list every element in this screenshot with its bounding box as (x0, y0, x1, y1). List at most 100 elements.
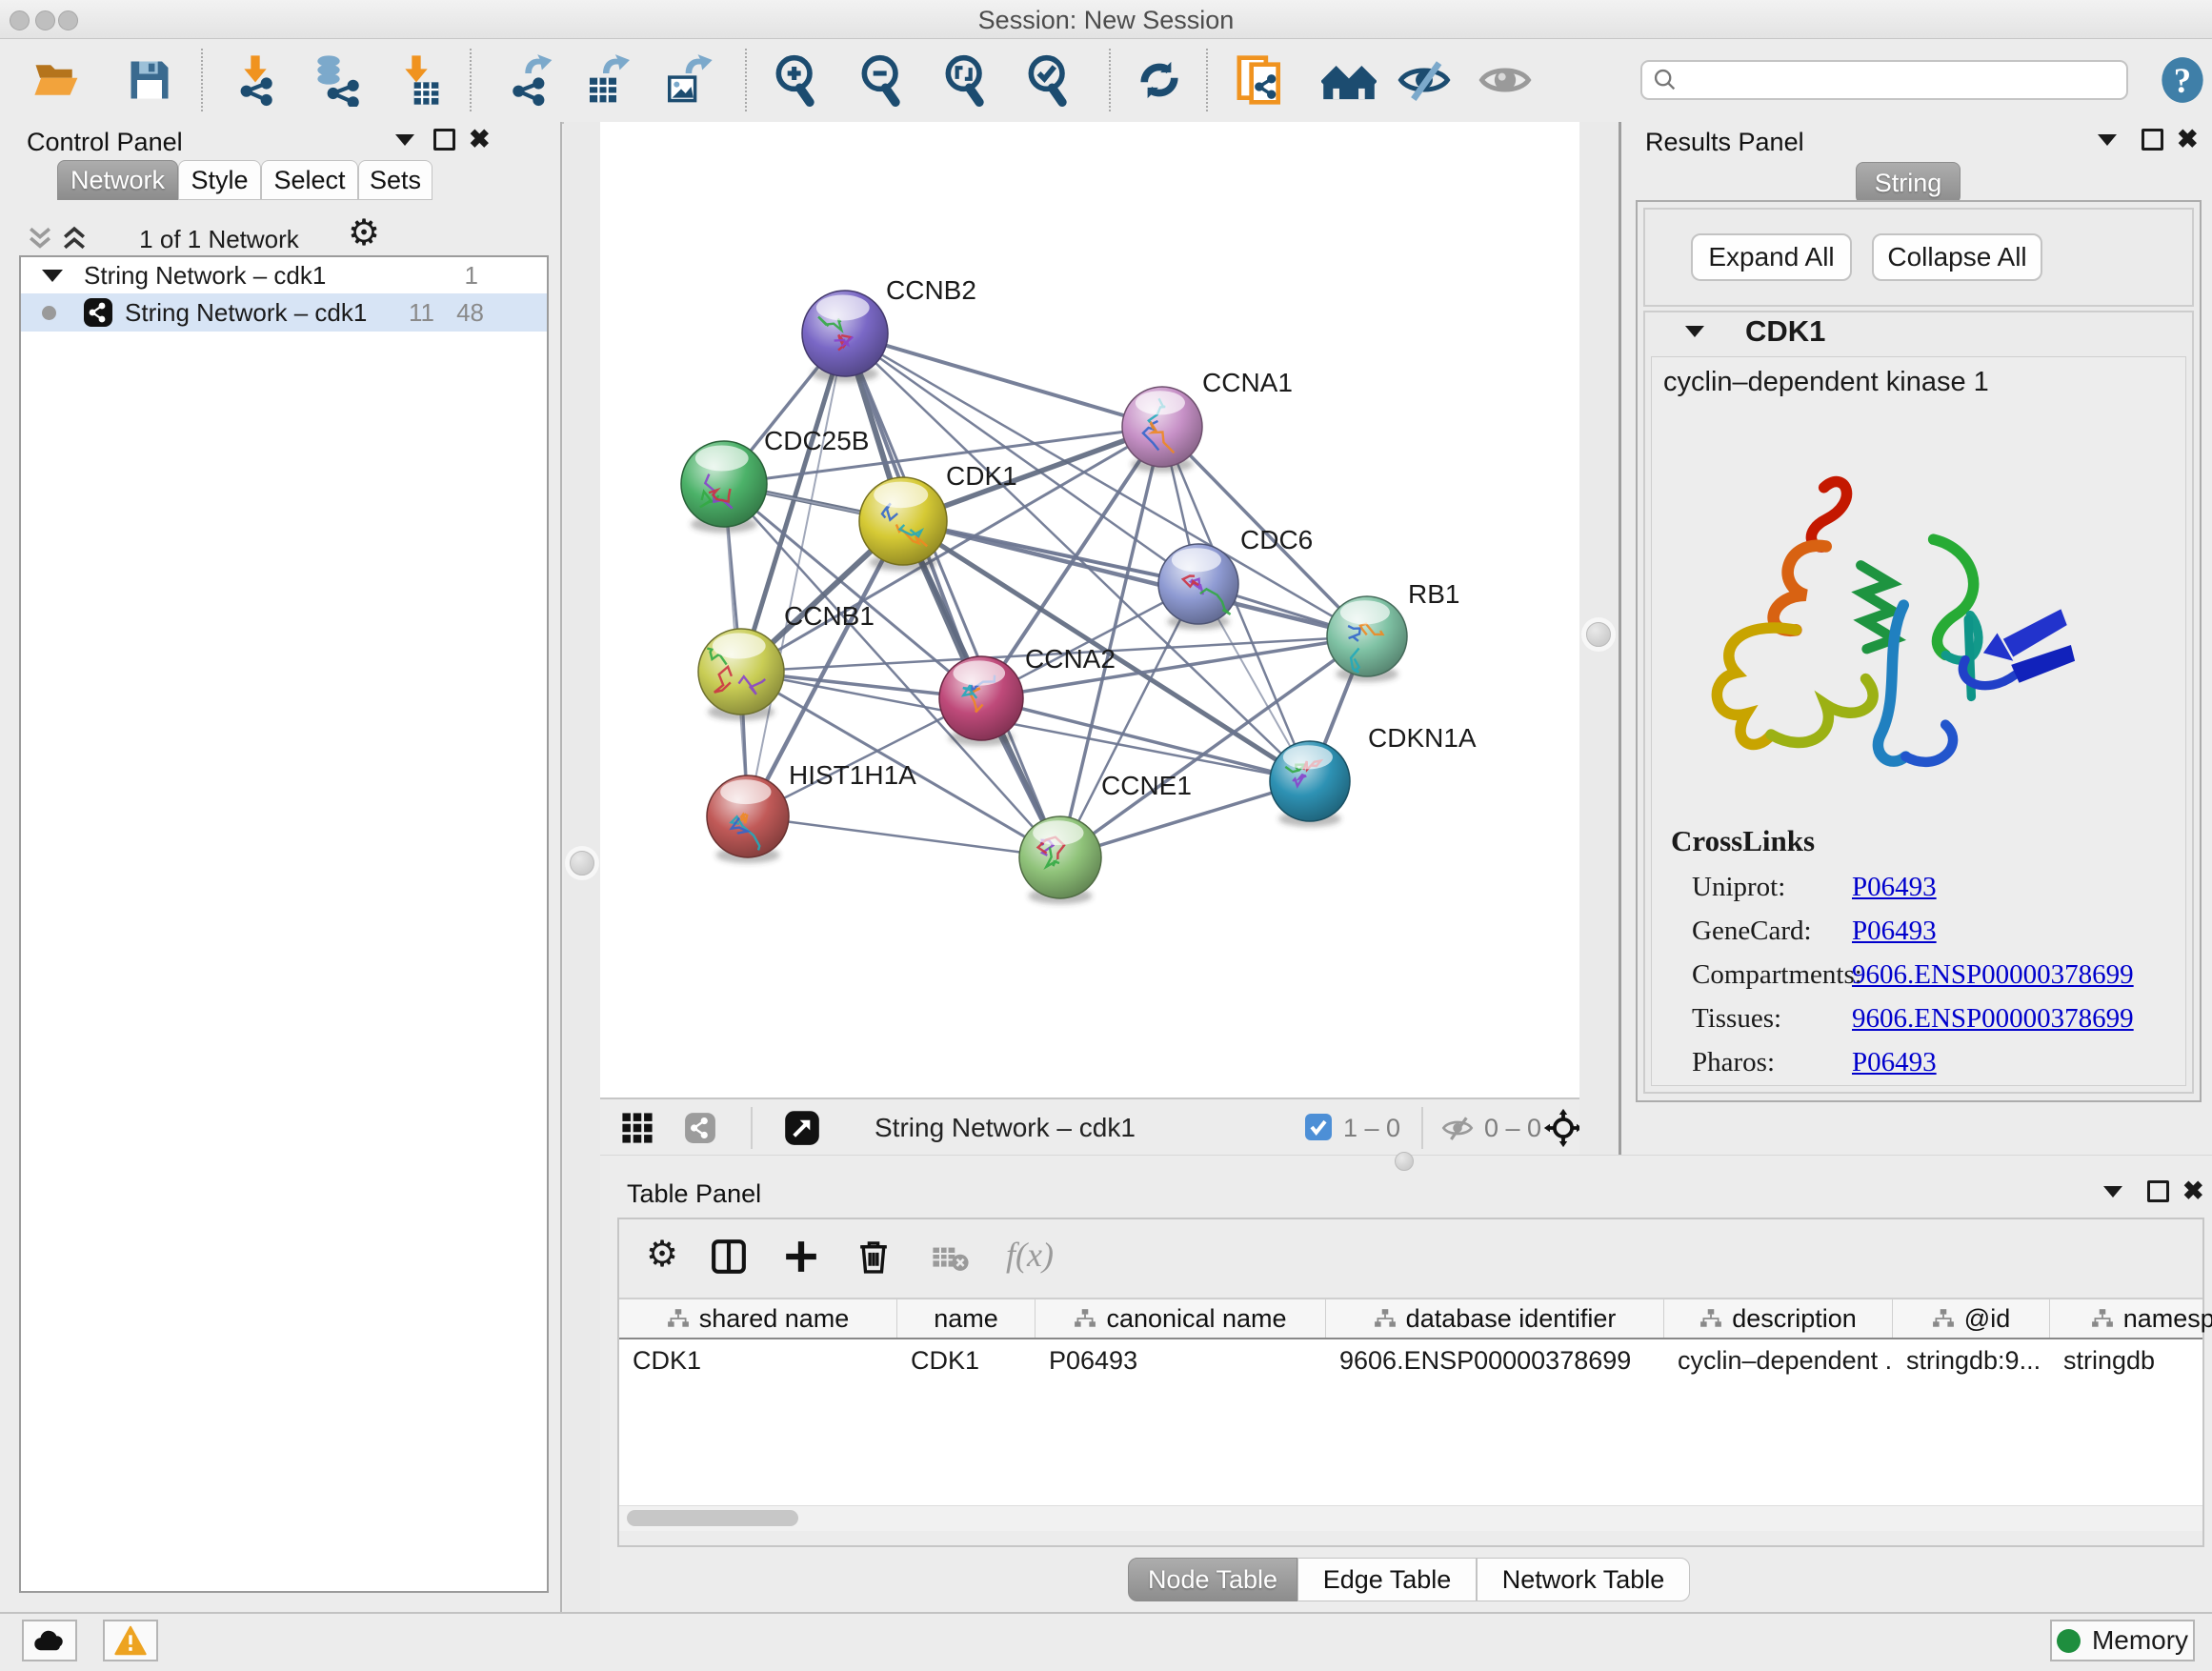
panel-menu-icon[interactable] (395, 134, 414, 146)
import-network-icon[interactable] (228, 52, 283, 108)
panel-close-icon[interactable]: ✖ (2177, 130, 2199, 149)
panel-menu-icon[interactable] (2103, 1186, 2122, 1198)
collapse-all-icon[interactable] (25, 225, 55, 252)
network-node-ccne1[interactable] (1019, 816, 1101, 904)
scrollbar-thumb[interactable] (627, 1510, 798, 1526)
table-cell[interactable]: P06493 (1036, 1339, 1326, 1381)
collapse-all-button[interactable]: Collapse All (1872, 233, 2042, 281)
home-icon[interactable] (1321, 52, 1377, 108)
memory-button[interactable]: Memory (2050, 1620, 2195, 1661)
table-cell[interactable]: cyclin–dependent ... (1664, 1339, 1893, 1381)
horizontal-scrollbar[interactable] (619, 1505, 2202, 1531)
gear-icon[interactable]: ⚙ (348, 215, 380, 252)
panel-float-icon[interactable] (2147, 1180, 2169, 1202)
table-cell[interactable]: stringdb (2050, 1339, 2212, 1381)
tab-style[interactable]: Style (178, 160, 261, 200)
warning-button[interactable] (103, 1620, 158, 1661)
collapse-tree-icon[interactable] (42, 270, 63, 282)
right-splitter-handle[interactable] (1586, 622, 1611, 647)
save-session-icon[interactable] (122, 52, 177, 108)
network-view-icon[interactable] (684, 1112, 716, 1144)
tree-icon (1699, 1308, 1722, 1329)
export-image-icon[interactable] (660, 52, 715, 108)
import-network-database-icon[interactable] (308, 52, 363, 108)
network-graph[interactable]: CCNB2CCNA1CDC25BCDK1CDC6RB1CCNB1CCNA2CDK… (600, 122, 1579, 1097)
zoom-out-icon[interactable] (855, 52, 910, 108)
birds-eye-view-icon[interactable] (784, 1110, 820, 1146)
crosslink-link[interactable]: P06493 (1852, 1047, 1937, 1078)
zoom-fit-icon[interactable] (938, 52, 994, 108)
table-cell[interactable]: CDK1 (619, 1339, 897, 1381)
table-cell[interactable]: stringdb:9... (1893, 1339, 2050, 1381)
zoom-in-icon[interactable] (769, 52, 824, 108)
panel-float-icon[interactable] (433, 129, 455, 151)
crosslink-link[interactable]: 9606.ENSP00000378699 (1852, 1003, 2134, 1035)
export-network-icon[interactable] (502, 52, 557, 108)
pan-crosshair-icon[interactable] (1543, 1108, 1583, 1148)
column-header-canonical-name[interactable]: canonical name (1036, 1299, 1326, 1338)
network-node-rb1[interactable] (1327, 596, 1407, 682)
cloud-button[interactable] (22, 1620, 77, 1661)
network-canvas[interactable]: CCNB2CCNA1CDC25BCDK1CDC6RB1CCNB1CCNA2CDK… (600, 122, 1579, 1097)
selected-checkbox-icon[interactable] (1305, 1114, 1332, 1140)
network-node-cdkn1a[interactable] (1270, 741, 1350, 827)
network-node-hist1h1a[interactable] (707, 775, 789, 863)
network-node-ccnb1[interactable] (698, 629, 784, 720)
tab-network[interactable]: Network (57, 160, 178, 200)
network-collection-row[interactable]: String Network – cdk1 1 (21, 257, 547, 293)
tab-edge-table[interactable]: Edge Table (1297, 1558, 1477, 1601)
expand-all-button[interactable]: Expand All (1691, 233, 1852, 281)
zoom-selected-icon[interactable] (1021, 52, 1076, 108)
open-session-icon[interactable] (30, 52, 85, 108)
network-row-selected[interactable]: String Network – cdk1 11 48 (21, 293, 547, 332)
column-header-description[interactable]: description (1664, 1299, 1893, 1338)
search-input[interactable] (1679, 65, 2101, 96)
bottom-splitter-handle[interactable] (1395, 1152, 1414, 1171)
column-header--id[interactable]: @id (1893, 1299, 2050, 1338)
crosslink-link[interactable]: P06493 (1852, 872, 1937, 903)
crosslink-link[interactable]: 9606.ENSP00000378699 (1852, 959, 2134, 991)
help-icon[interactable]: ? (2155, 52, 2210, 108)
tab-network-table[interactable]: Network Table (1477, 1558, 1690, 1601)
gear-icon[interactable]: ⚙ (646, 1237, 678, 1273)
export-table-icon[interactable] (582, 52, 637, 108)
column-header-name[interactable]: name (897, 1299, 1036, 1338)
hide-eye-icon[interactable] (1397, 52, 1452, 108)
columns-icon[interactable] (711, 1238, 747, 1275)
left-splitter-handle[interactable] (570, 851, 594, 876)
tab-select[interactable]: Select (261, 160, 358, 200)
bottom-splitter[interactable] (600, 1155, 2212, 1173)
tab-sets[interactable]: Sets (358, 160, 432, 200)
expand-all-icon[interactable] (59, 225, 90, 252)
collapse-gene-icon[interactable] (1685, 326, 1704, 337)
tab-node-table[interactable]: Node Table (1128, 1558, 1297, 1601)
add-column-icon[interactable] (783, 1238, 819, 1275)
network-node-ccna1[interactable] (1122, 387, 1202, 473)
network-node-cdk1[interactable] (859, 477, 947, 571)
panel-menu-icon[interactable] (2098, 134, 2117, 146)
refresh-icon[interactable] (1132, 52, 1187, 108)
column-header-label: @id (1964, 1304, 2010, 1334)
column-header-database-identifier[interactable]: database identifier (1326, 1299, 1664, 1338)
grid-view-icon[interactable] (621, 1112, 654, 1144)
network-node-cdc25b[interactable] (681, 441, 767, 533)
node-label-ccnb2: CCNB2 (886, 275, 976, 305)
panel-close-icon[interactable]: ✖ (2182, 1181, 2204, 1200)
panel-float-icon[interactable] (2142, 129, 2163, 151)
tab-string[interactable]: String (1856, 162, 1961, 204)
left-splitter[interactable] (564, 122, 600, 1612)
copy-document-icon[interactable] (1233, 52, 1288, 108)
right-splitter[interactable] (1579, 122, 1621, 1155)
delete-icon[interactable] (855, 1237, 892, 1275)
column-header-shared-name[interactable]: shared name (619, 1299, 897, 1338)
column-header-namespace[interactable]: namespace (2050, 1299, 2212, 1338)
import-table-icon[interactable] (389, 52, 444, 108)
show-eye-icon[interactable] (1478, 52, 1533, 108)
table-cell[interactable]: 9606.ENSP00000378699 (1326, 1339, 1664, 1381)
network-node-cdc6[interactable] (1158, 544, 1238, 630)
cloud-icon (31, 1627, 68, 1654)
table-cell[interactable]: CDK1 (897, 1339, 1036, 1381)
table-row[interactable]: CDK1CDK1P064939606.ENSP00000378699cyclin… (619, 1339, 2202, 1381)
panel-close-icon[interactable]: ✖ (469, 130, 491, 149)
crosslink-link[interactable]: P06493 (1852, 916, 1937, 947)
